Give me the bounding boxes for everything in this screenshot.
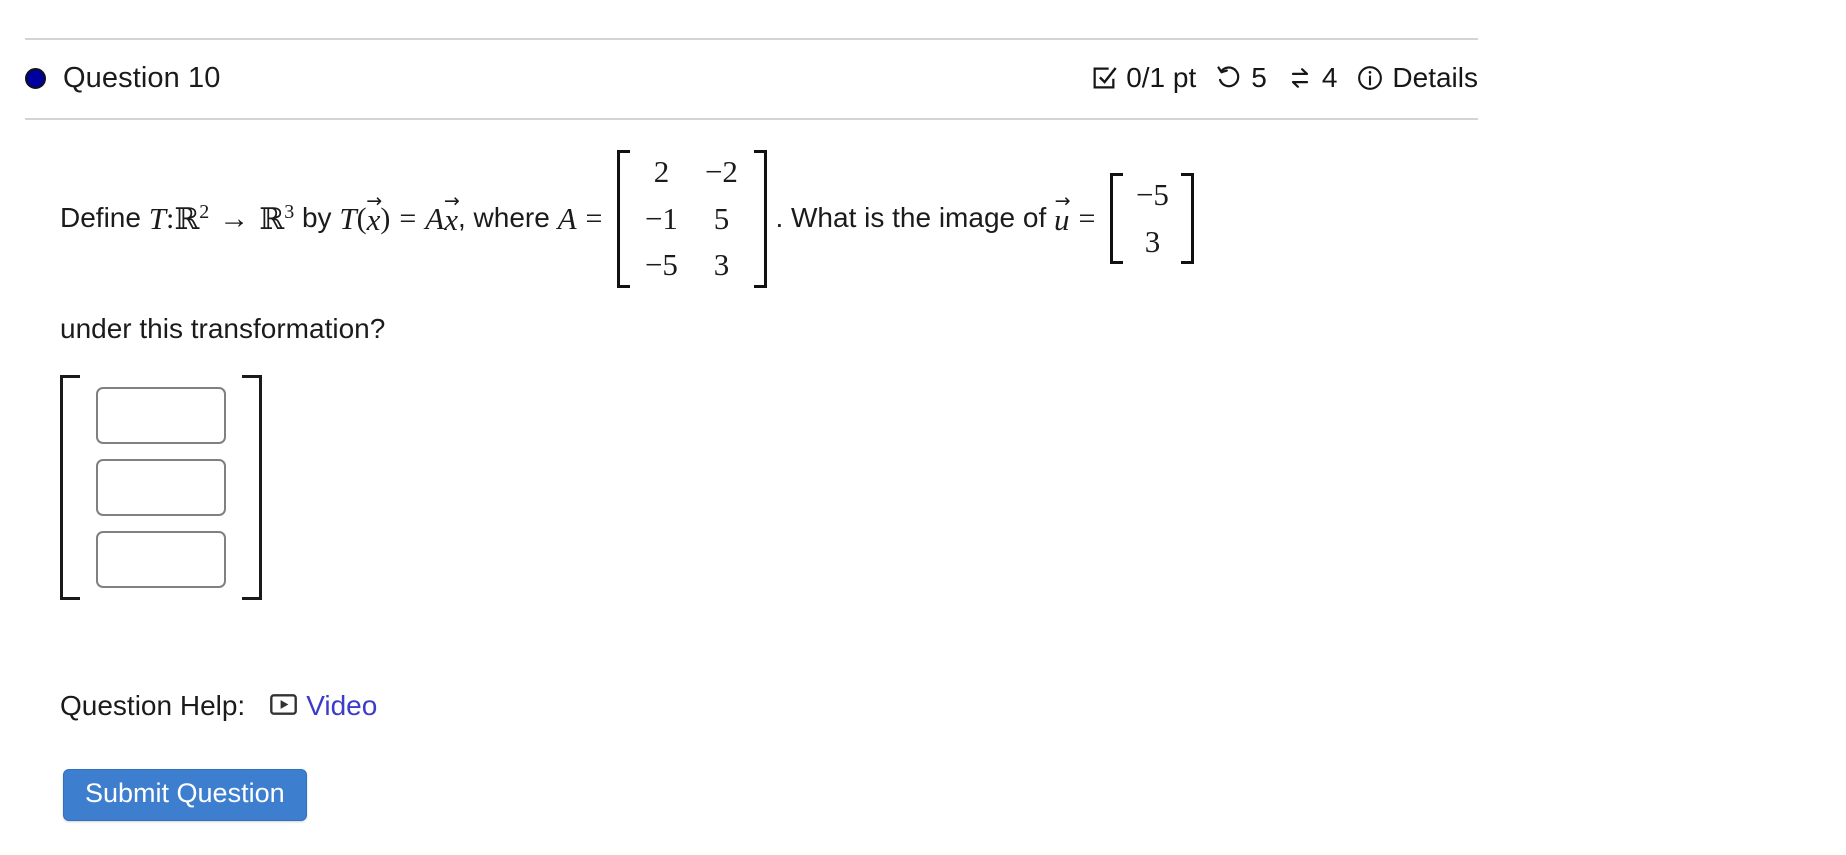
exponent-domain: 2 [199, 201, 210, 224]
video-play-icon [270, 690, 298, 722]
symbol-vector-x-2: → x [443, 189, 460, 237]
info-circle-icon [1356, 64, 1384, 92]
page-title: Question 10 [63, 61, 221, 94]
question-body: Define T : ℝ2 → ℝ3 by T ( → x ) = A → x , … [60, 150, 1480, 605]
question-status-dot-icon [25, 67, 46, 89]
video-help-link[interactable]: Video [270, 690, 377, 722]
attempts-value: 5 [1251, 62, 1267, 93]
symbol-A-label: A [557, 200, 577, 236]
symbol-reals-domain: ℝ2 [174, 201, 210, 238]
score-value: 0/1 pt [1126, 62, 1197, 93]
vector-u-grid: −5 3 [1125, 173, 1179, 264]
vector-arrow-icon-2: → [443, 189, 460, 212]
question-statement-line-1: Define T : ℝ2 → ℝ3 by T ( → x ) = A → x , … [60, 150, 1480, 288]
details-button[interactable]: Details [1356, 62, 1478, 94]
matrix-A-cell: −2 [704, 154, 738, 189]
question-meta: 0/1 pt 5 4 Details [1090, 62, 1478, 94]
matrix-A-cell: 5 [713, 200, 730, 236]
attempts-group: 5 [1215, 62, 1267, 94]
symbol-colon: : [165, 202, 175, 236]
symbol-T: T [148, 200, 166, 236]
matrix-A-cell: 3 [713, 247, 730, 283]
bracket-right-answer [242, 374, 262, 600]
paren-open: ( [356, 202, 367, 236]
divider-bottom [25, 118, 1478, 120]
matrix-A-cell: −1 [644, 200, 678, 236]
statement-by: by [294, 202, 340, 234]
symbol-arrow: → [219, 202, 250, 236]
symbol-T-function: T [339, 200, 357, 236]
bracket-left-u [1110, 173, 1124, 265]
answer-inputs-column [80, 375, 242, 600]
equals-1: = [399, 202, 417, 236]
matrix-A-cell: −5 [644, 247, 678, 283]
question-page: Question 10 0/1 pt 5 4 Details Define T … [0, 0, 1846, 855]
bracket-left-answer [60, 374, 80, 600]
question-title-group: Question 10 [25, 62, 221, 95]
swap-arrows-icon [1286, 64, 1314, 92]
retries-value: 4 [1321, 62, 1338, 93]
undo-arrow-icon [1215, 64, 1243, 92]
vector-u-cell: 3 [1144, 223, 1161, 259]
equals-2: = [585, 202, 603, 236]
vector-arrow-icon-3: → [1054, 189, 1071, 212]
vector-u-cell: −5 [1135, 177, 1169, 213]
answer-input-row-1[interactable] [96, 386, 226, 444]
answer-input-row-2[interactable] [96, 458, 226, 516]
equals-3: = [1078, 202, 1096, 236]
exponent-codomain: 3 [284, 201, 295, 224]
symbol-A-operator: A [425, 200, 445, 236]
statement-lead: Define [60, 202, 149, 234]
bracket-left-A [617, 150, 631, 288]
symbol-vector-u: → u [1054, 189, 1071, 237]
vector-arrow-icon: → [366, 189, 383, 212]
question-header: Question 10 0/1 pt 5 4 Details [25, 55, 1478, 101]
video-link-label: Video [306, 690, 378, 721]
question-statement-line-2: under this transformation? [60, 312, 386, 344]
statement-what-is-image: . What is the image of [775, 202, 1055, 234]
submit-question-button[interactable]: Submit Question [63, 769, 307, 821]
matrix-A: 2 −2 −1 5 −5 3 [617, 150, 768, 288]
bracket-right-A [754, 150, 768, 288]
answer-input-row-3[interactable] [96, 530, 226, 588]
vector-u: −5 3 [1110, 173, 1195, 265]
question-help-label: Question Help: [60, 690, 246, 721]
question-help-row: Question Help: Video [60, 690, 377, 722]
retries-group: 4 [1286, 62, 1338, 94]
answer-matrix [60, 374, 262, 600]
score-group: 0/1 pt [1090, 62, 1196, 94]
divider-top [25, 38, 1478, 40]
details-label: Details [1392, 62, 1478, 93]
symbol-vector-x: → x [366, 189, 383, 237]
checkbox-check-icon [1090, 64, 1118, 92]
symbol-reals-codomain: ℝ3 [259, 201, 295, 238]
statement-where: , where [457, 202, 558, 234]
bracket-right-u [1181, 173, 1195, 265]
matrix-A-cell: 2 [653, 154, 670, 189]
matrix-A-grid: 2 −2 −1 5 −5 3 [632, 150, 752, 288]
